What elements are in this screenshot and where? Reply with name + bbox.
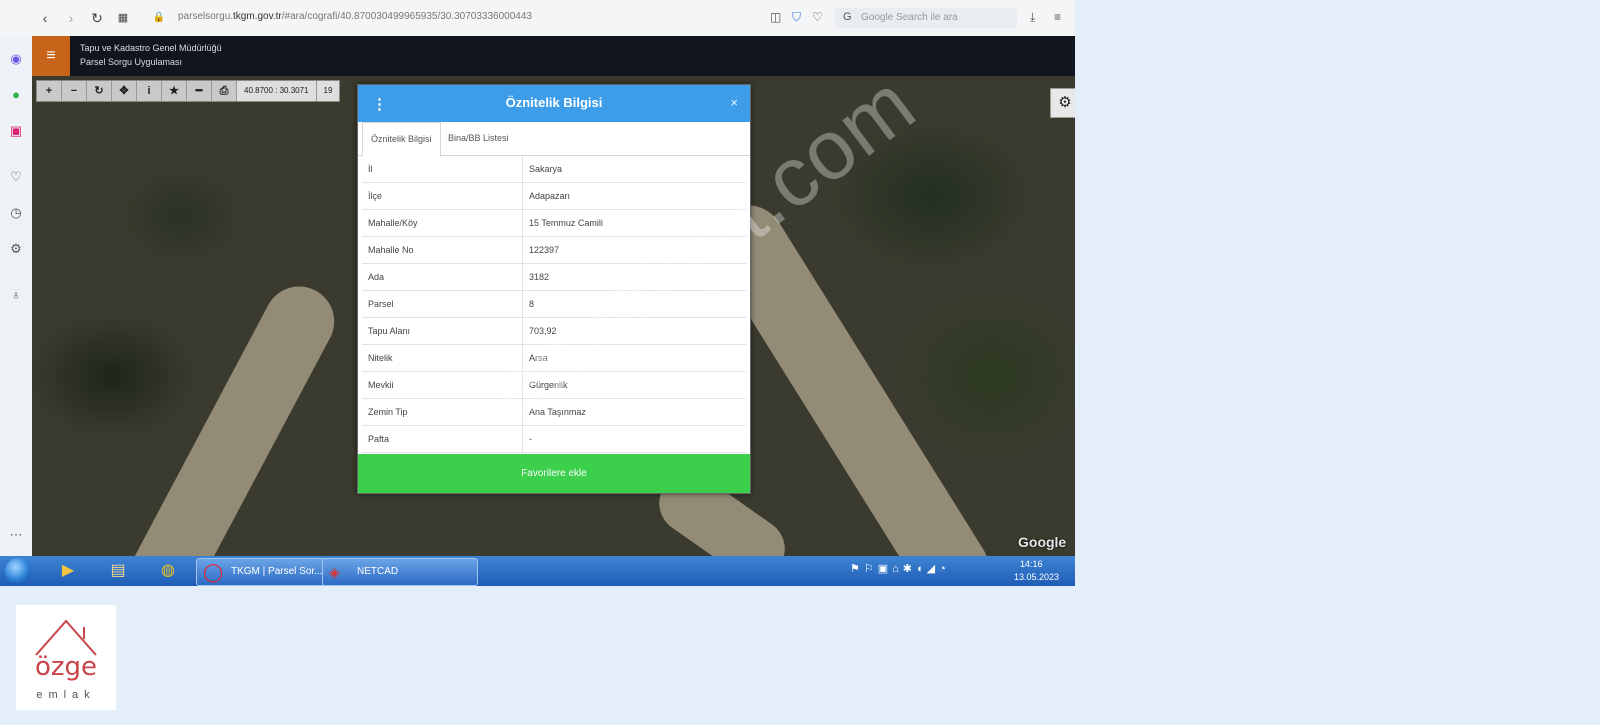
opera-icon: ◯: [203, 562, 224, 582]
road-left: [87, 274, 347, 556]
logo-sub-text: emlak: [36, 689, 96, 701]
tab-building-list[interactable]: Bina/BB Listesi: [440, 122, 517, 155]
folder-icon[interactable]: ▤: [104, 559, 132, 583]
attribute-key: Zemin Tip: [362, 398, 523, 426]
address-bar[interactable]: parselsorgu.tkgm.gov.tr/#ara/cografi/40.…: [178, 11, 532, 22]
url-path: /#ara/cografi/40.870030499965935/30.3070…: [281, 11, 532, 22]
heart-icon[interactable]: ♡: [7, 168, 25, 186]
ozge-emlak-logo: özge emlak: [16, 605, 116, 710]
print-icon[interactable]: ⎙: [212, 81, 237, 101]
lock-icon: 🔒: [152, 12, 166, 23]
refresh-icon[interactable]: ↻: [87, 81, 112, 101]
attribute-key: Parsel: [362, 290, 523, 318]
task-label: TKGM | Parsel Sor...: [231, 566, 323, 577]
clock-date[interactable]: 13.05.2023: [1014, 572, 1059, 582]
clock-time[interactable]: 14:16: [1020, 559, 1043, 569]
info-icon[interactable]: i: [137, 81, 162, 101]
netcad-icon: ◈: [329, 564, 340, 580]
attribute-row: İl Sakarya: [362, 156, 746, 183]
app-subtitle: Parsel Sorgu Uygulaması: [80, 57, 183, 67]
shield-icon[interactable]: ⛉: [792, 10, 801, 25]
taskbar-item-netcad[interactable]: ◈ NETCAD: [322, 558, 478, 586]
task-label: NETCAD: [357, 566, 399, 577]
close-icon[interactable]: ×: [730, 95, 738, 110]
logo-brand-text: özge: [34, 652, 98, 682]
dialog-header: ⋮ Öznitelik Bilgisi ×: [358, 85, 750, 122]
attribute-key: Pafta: [362, 425, 523, 453]
attribute-key: İlçe: [362, 182, 523, 210]
media-player-icon[interactable]: ▶: [54, 559, 82, 583]
chrome-icon[interactable]: ◍: [154, 559, 182, 583]
url-prefix: parselsorgu.: [178, 11, 234, 22]
attribute-key: Mahalle No: [362, 236, 523, 264]
search-placeholder: Google Search ile ara: [861, 12, 958, 23]
messenger-icon[interactable]: ◉: [7, 50, 25, 68]
locate-icon[interactable]: ✥: [112, 81, 137, 101]
attribute-key: İl: [362, 156, 523, 183]
attribute-key: Ada: [362, 263, 523, 291]
attribute-value: -: [522, 425, 746, 453]
grid-icon[interactable]: ▦: [114, 9, 132, 27]
browser-toolbar: ‹ › ↻ ▦ 🔒 parselsorgu.tkgm.gov.tr/#ara/c…: [0, 0, 1075, 37]
more-icon[interactable]: ⋯: [7, 526, 25, 544]
google-g-icon: G: [843, 11, 852, 23]
screen-capture: ‹ › ↻ ▦ 🔒 parselsorgu.tkgm.gov.tr/#ara/c…: [0, 0, 1075, 586]
star-icon[interactable]: ★: [162, 81, 187, 101]
add-favorites-button[interactable]: Favorilere ekle: [358, 454, 750, 493]
heart-icon[interactable]: ♡: [812, 10, 823, 24]
search-input[interactable]: G Google Search ile ara: [835, 8, 1017, 28]
reload-icon[interactable]: ↻: [88, 9, 106, 27]
instagram-icon[interactable]: ▣: [7, 122, 25, 140]
zoom-out-icon[interactable]: −: [62, 81, 87, 101]
map-toolbar: + − ↻ ✥ i ★ ━ ⎙ 40.8700 : 30.3071 19: [36, 80, 341, 102]
settings-icon[interactable]: ⚙: [7, 240, 25, 258]
forward-icon[interactable]: ›: [62, 9, 80, 27]
tab-attribute-info[interactable]: Öznitelik Bilgisi: [362, 122, 441, 157]
measure-icon[interactable]: ━: [187, 81, 212, 101]
attribute-key: Mahalle/Köy: [362, 209, 523, 237]
dialog-title: Öznitelik Bilgisi: [505, 95, 603, 110]
pin-icon[interactable]: ♁: [7, 286, 25, 304]
gear-icon[interactable]: ⚙: [1050, 88, 1075, 118]
zoom-in-icon[interactable]: +: [37, 81, 62, 101]
coordinate-readout: 40.8700 : 30.3071: [237, 81, 317, 101]
zoom-level: 19: [316, 81, 340, 101]
menu-icon[interactable]: ≡: [1054, 10, 1061, 24]
url-domain: tkgm.gov.tr: [233, 11, 282, 22]
back-icon[interactable]: ‹: [36, 9, 54, 27]
app-header: ≡ Tapu ve Kadastro Genel Müdürlüğü Parse…: [32, 36, 1075, 76]
start-button[interactable]: [5, 558, 31, 584]
clock-icon[interactable]: ◷: [7, 204, 25, 222]
windows-taskbar: ▶ ▤ ◍ ◯ TKGM | Parsel Sor... ◈ NETCAD ⚑⚐…: [0, 556, 1075, 586]
dialog-tabs: Öznitelik Bilgisi Bina/BB Listesi: [358, 122, 750, 157]
app-title: Tapu ve Kadastro Genel Müdürlüğü: [80, 43, 222, 53]
hamburger-icon[interactable]: ≡: [32, 36, 70, 76]
google-attribution: Google: [1018, 534, 1067, 550]
camera-icon[interactable]: ◫: [770, 10, 781, 24]
download-icon[interactable]: ⤓: [1030, 10, 1035, 25]
system-tray[interactable]: ⚑⚐▣⌂✱◖◢◔: [850, 562, 950, 575]
attribute-row: Pafta -: [362, 425, 746, 453]
browser-sidebar: ◉ ● ▣ ♡ ◷ ⚙ ♁ ⋯: [0, 36, 32, 556]
whatsapp-icon[interactable]: ●: [7, 86, 25, 104]
